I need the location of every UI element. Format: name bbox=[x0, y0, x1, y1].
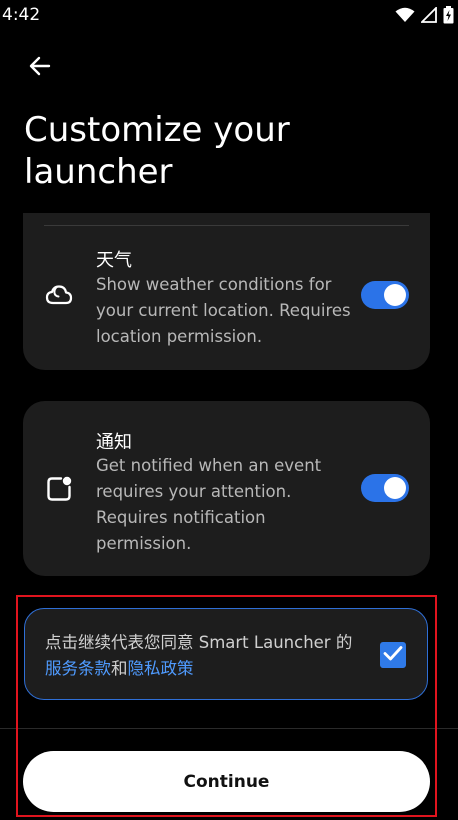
weather-toggle[interactable] bbox=[361, 281, 409, 309]
consent-prefix: 点击继续代表您同意 Smart Launcher 的 bbox=[45, 633, 353, 652]
status-icons bbox=[395, 5, 454, 28]
battery-icon bbox=[443, 6, 454, 28]
status-time: 4:42 bbox=[2, 5, 41, 25]
weather-permission-card: 天气 Show weather conditions for your curr… bbox=[23, 213, 430, 370]
notification-title: 通知 bbox=[96, 432, 132, 453]
weather-description: Show weather conditions for your current… bbox=[96, 275, 351, 346]
notification-description: Get notified when an event requires your… bbox=[96, 456, 322, 553]
consent-box: 点击继续代表您同意 Smart Launcher 的服务条款和隐私政策 bbox=[24, 608, 428, 700]
notification-icon bbox=[44, 474, 74, 504]
arrow-left-icon bbox=[29, 56, 51, 80]
status-bar: 4:42 bbox=[0, 0, 458, 32]
back-button[interactable] bbox=[22, 50, 58, 86]
continue-button[interactable]: Continue bbox=[23, 751, 430, 812]
notification-permission-card: 通知 Get notified when an event requires y… bbox=[23, 401, 430, 576]
weather-cloud-icon bbox=[44, 280, 74, 310]
consent-joiner: 和 bbox=[111, 659, 128, 678]
weather-title: 天气 bbox=[96, 250, 132, 271]
toggle-knob bbox=[384, 284, 406, 306]
signal-icon bbox=[419, 5, 437, 27]
bottom-divider bbox=[0, 728, 458, 729]
toggle-knob bbox=[384, 477, 406, 499]
checkmark-icon bbox=[383, 645, 403, 665]
wifi-icon bbox=[395, 7, 415, 27]
consent-text: 点击继续代表您同意 Smart Launcher 的服务条款和隐私政策 bbox=[45, 630, 355, 682]
consent-checkbox[interactable] bbox=[380, 642, 406, 668]
privacy-policy-link[interactable]: 隐私政策 bbox=[128, 659, 194, 678]
terms-of-service-link[interactable]: 服务条款 bbox=[45, 659, 111, 678]
card-divider bbox=[44, 225, 409, 226]
page-title: Customize your launcher bbox=[24, 110, 290, 192]
notification-toggle[interactable] bbox=[361, 474, 409, 502]
